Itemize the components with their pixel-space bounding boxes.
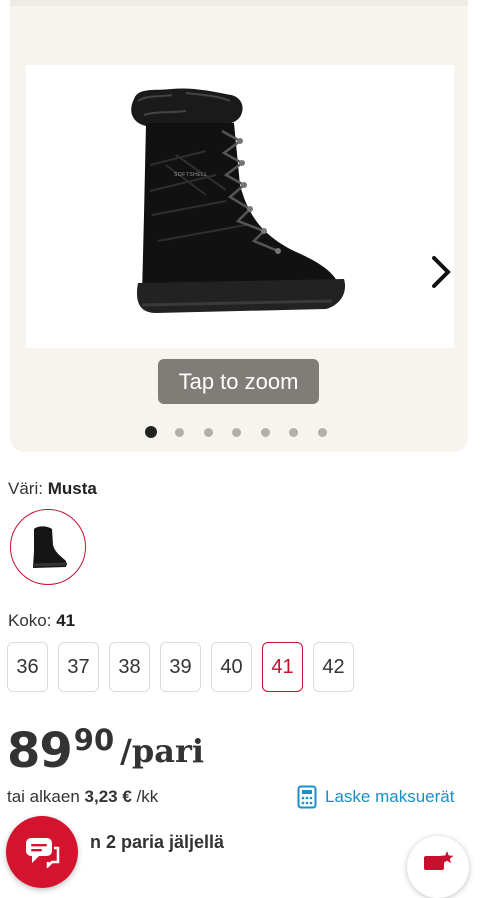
size-label: Koko: 41 [8, 611, 76, 630]
boot-illustration [131, 88, 346, 313]
size-option-42[interactable]: 42 [313, 642, 354, 692]
size-option-38[interactable]: 38 [109, 642, 150, 692]
carousel-dot[interactable] [289, 427, 298, 437]
size-option-40[interactable]: 40 [211, 642, 252, 692]
header-shadow [10, 0, 468, 6]
boot-thumbnail-icon [32, 526, 68, 568]
carousel-dot[interactable] [203, 427, 213, 437]
carousel-dot[interactable] [260, 427, 270, 437]
size-selector[interactable]: 36 37 38 39 40 41 42 [7, 642, 354, 692]
carousel-dot[interactable] [317, 427, 327, 437]
installment-info: tai alkaen 3,23 € /kk [7, 787, 159, 806]
chat-bubble-icon [26, 838, 60, 868]
next-image-button[interactable] [424, 253, 458, 291]
carousel-dot[interactable] [232, 427, 241, 437]
size-option-39[interactable]: 39 [160, 642, 201, 692]
size-option-41[interactable]: 41 [262, 642, 303, 692]
color-swatch-musta[interactable] [10, 509, 86, 585]
color-label: Väri: Musta [8, 479, 97, 498]
boot-brand-text: SOFTSHELL [174, 172, 208, 178]
chevron-right-icon [432, 256, 451, 288]
calculate-installments-link[interactable]: Laske maksuerät [297, 785, 454, 809]
installment-amount: 3,23 € [84, 787, 132, 806]
carousel-dot[interactable] [175, 427, 184, 437]
color-value: Musta [47, 479, 97, 498]
product-gallery[interactable]: SOFTSHELL Tap to zoom [10, 0, 468, 452]
chat-button[interactable] [6, 816, 78, 888]
stock-status: n 2 paria jäljellä [90, 832, 225, 852]
price: 89 90 /pari [7, 722, 204, 780]
calculator-icon [297, 785, 317, 809]
price-decimals: 90 [73, 723, 115, 757]
price-unit: /pari [120, 732, 204, 770]
wishlist-button[interactable] [407, 836, 469, 898]
product-image[interactable]: SOFTSHELL [26, 65, 454, 348]
tap-to-zoom-button[interactable]: Tap to zoom [158, 359, 319, 404]
size-option-37[interactable]: 37 [58, 642, 99, 692]
size-option-36[interactable]: 36 [7, 642, 48, 692]
carousel-dot[interactable] [145, 426, 157, 438]
carousel-dots[interactable] [145, 426, 346, 438]
star-list-icon [424, 851, 454, 870]
price-integer: 89 [7, 723, 73, 779]
size-value: 41 [56, 611, 76, 630]
